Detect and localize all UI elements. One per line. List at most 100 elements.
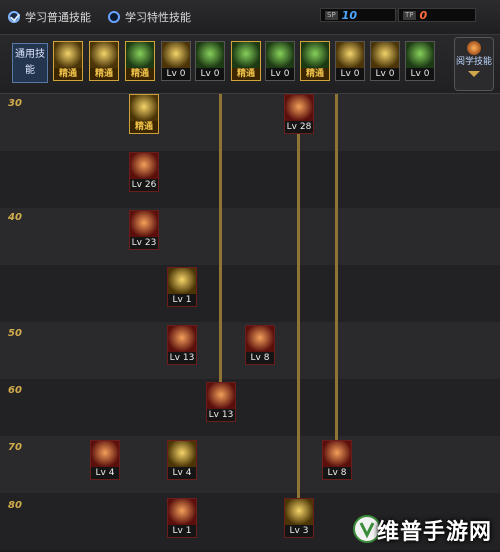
skill-node[interactable]: Lv 1 <box>167 267 197 307</box>
skill-icon <box>336 42 364 68</box>
skill-level: Lv 4 <box>172 468 192 478</box>
skill-level: Lv 26 <box>131 180 157 190</box>
skill-icon <box>91 441 119 467</box>
skill-node[interactable]: Lv 8 <box>245 325 275 365</box>
common-skill-slot[interactable]: Lv 0 <box>370 41 400 81</box>
skill-level: Lv 28 <box>286 122 312 132</box>
skill-node[interactable]: 精通 <box>129 94 159 134</box>
level-row <box>0 208 500 265</box>
skill-icon <box>168 326 196 352</box>
skill-level: Lv 23 <box>131 238 157 248</box>
level-marker: 70 <box>8 442 22 453</box>
skill-level: Lv 13 <box>208 410 234 420</box>
tp-counter: TP 0 <box>398 8 476 22</box>
level-row <box>0 379 500 436</box>
skill-node[interactable]: Lv 13 <box>206 382 236 422</box>
mode-special-option[interactable]: 学习特性技能 <box>108 8 191 26</box>
sp-counter: SP 10 <box>320 8 396 22</box>
skill-tree: 30 40 50 60 70 80 精通 Lv 28 Lv 26 Lv 23 L… <box>0 94 500 552</box>
skill-node[interactable]: Lv 13 <box>167 325 197 365</box>
skill-level: Lv 0 <box>375 69 395 79</box>
skill-level: Lv 0 <box>200 69 220 79</box>
skill-level: 精通 <box>54 68 82 80</box>
skill-node[interactable]: Lv 8 <box>322 440 352 480</box>
common-skill-slot[interactable]: 精通 <box>53 41 83 81</box>
level-marker: 60 <box>8 385 22 396</box>
skill-icon <box>90 42 118 68</box>
common-skill-slot[interactable]: 精通 <box>231 41 261 81</box>
skill-level: Lv 1 <box>172 526 192 536</box>
common-skill-slot[interactable]: Lv 0 <box>265 41 295 81</box>
skill-icon <box>196 42 224 68</box>
skill-level: 精通 <box>301 68 329 80</box>
skill-icon <box>126 42 154 68</box>
skill-icon <box>266 42 294 68</box>
level-row <box>0 151 500 208</box>
skill-icon <box>130 95 158 121</box>
prerequisite-line <box>297 134 300 500</box>
mode-normal-label: 学习普通技能 <box>25 11 91 24</box>
skill-icon <box>371 42 399 68</box>
skill-icon <box>130 153 158 179</box>
skill-level: 精通 <box>126 68 154 80</box>
skill-node[interactable]: Lv 3 <box>284 498 314 538</box>
common-skills-label: 通用技能 <box>12 43 48 83</box>
skill-level: Lv 13 <box>169 353 195 363</box>
level-marker: 50 <box>8 328 22 339</box>
prerequisite-line <box>335 94 338 440</box>
common-skill-slot[interactable]: Lv 0 <box>161 41 191 81</box>
skill-icon <box>232 42 260 68</box>
awakening-skills-button[interactable]: 阅学技能 <box>454 37 494 91</box>
sp-value: 10 <box>341 8 357 22</box>
awakening-label: 阅学技能 <box>455 57 492 67</box>
common-skill-slot[interactable]: 精通 <box>125 41 155 81</box>
level-row <box>0 436 500 493</box>
skill-level: 精通 <box>232 68 260 80</box>
prerequisite-line <box>219 94 222 382</box>
radio-icon <box>108 11 120 23</box>
common-skill-slot[interactable]: Lv 0 <box>195 41 225 81</box>
skill-level: Lv 4 <box>95 468 115 478</box>
skill-icon <box>207 383 235 409</box>
skill-node[interactable]: Lv 4 <box>167 440 197 480</box>
common-skill-slot[interactable]: 精通 <box>89 41 119 81</box>
skill-node[interactable]: Lv 28 <box>284 94 314 134</box>
skill-icon <box>162 42 190 68</box>
skill-level: Lv 1 <box>172 295 192 305</box>
skill-icon <box>285 499 313 525</box>
skill-icon <box>168 499 196 525</box>
level-marker: 80 <box>8 500 22 511</box>
common-skill-slot[interactable]: 精通 <box>300 41 330 81</box>
skill-node[interactable]: Lv 4 <box>90 440 120 480</box>
level-marker: 30 <box>8 98 22 109</box>
watermark-text: 维普手游网 <box>376 520 492 545</box>
skill-level: Lv 0 <box>410 69 430 79</box>
skill-level: Lv 0 <box>270 69 290 79</box>
checkbox-icon <box>8 11 20 23</box>
level-marker: 40 <box>8 212 22 223</box>
tp-tag: TP <box>403 10 416 20</box>
mode-normal-option[interactable]: 学习普通技能 <box>8 8 91 26</box>
chevron-down-icon <box>468 71 480 77</box>
skill-level: Lv 8 <box>250 353 270 363</box>
common-skill-bar: 通用技能 精通 精通 精通 Lv 0 Lv 0 精通 Lv 0 精通 Lv 0 … <box>0 35 500 94</box>
skill-node[interactable]: Lv 26 <box>129 152 159 192</box>
skill-node[interactable]: Lv 1 <box>167 498 197 538</box>
awakening-icon <box>467 41 481 55</box>
skill-icon <box>406 42 434 68</box>
skill-icon <box>285 95 313 121</box>
common-skill-slot[interactable]: Lv 0 <box>335 41 365 81</box>
skill-level: 精通 <box>90 68 118 80</box>
skill-level: Lv 0 <box>166 69 186 79</box>
skill-node[interactable]: Lv 23 <box>129 210 159 250</box>
tp-value: 0 <box>419 8 428 22</box>
common-skill-slot[interactable]: Lv 0 <box>405 41 435 81</box>
level-row <box>0 94 500 151</box>
skill-icon <box>168 441 196 467</box>
skill-icon <box>323 441 351 467</box>
skill-icon <box>301 42 329 68</box>
skill-icon <box>168 268 196 294</box>
skill-icon <box>246 326 274 352</box>
skill-level: Lv 0 <box>340 69 360 79</box>
mode-special-label: 学习特性技能 <box>125 11 191 24</box>
